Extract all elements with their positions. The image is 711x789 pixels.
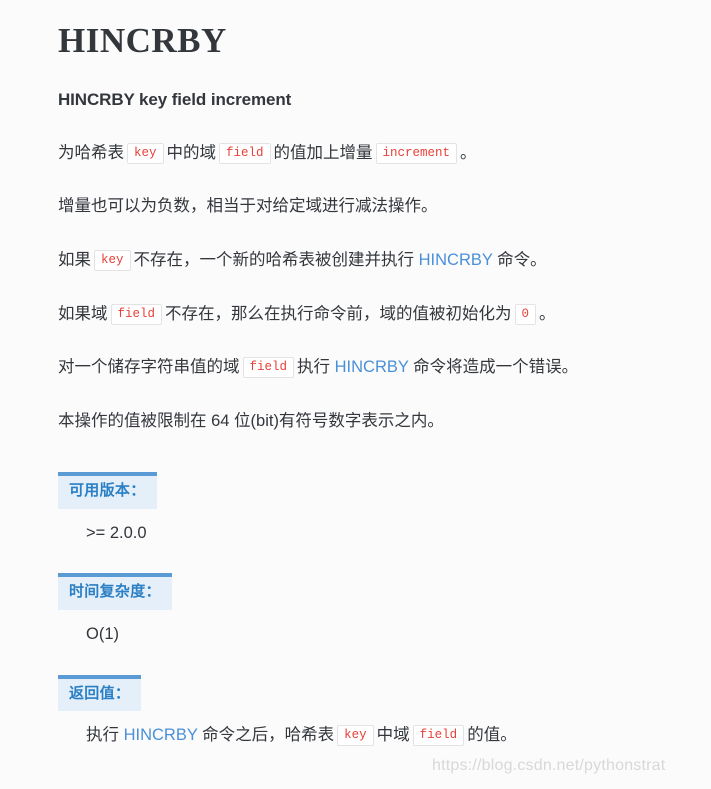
text-run: 执行: [86, 726, 124, 745]
section-return-value: 返回值： 执行 HINCRBY 命令之后，哈希表 key 中域 field 的值。: [58, 647, 681, 748]
text-run: 为哈希表: [58, 143, 124, 162]
text-run: 。: [460, 143, 477, 162]
text-run: 不存在，那么在执行命令前，域的值被初始化为: [165, 304, 512, 323]
inline-code-0: 0: [514, 303, 537, 325]
inline-code-field: field: [110, 303, 163, 325]
inline-code-field: field: [219, 142, 271, 164]
text-run: 中的域: [166, 143, 217, 162]
paragraph-p1: 为哈希表 key 中的域 field 的值加上增量 increment。: [58, 111, 681, 167]
section-body-available-version: >= 2.0.0: [58, 509, 681, 546]
paragraph-p6: 本操作的值被限制在 64 位(bit)有符号数字表示之内。: [58, 381, 681, 435]
page-title: HINCRBY: [58, 21, 227, 60]
paragraph-p3: 如果 key 不存在，一个新的哈希表被创建并执行 HINCRBY 命令。: [58, 220, 681, 274]
inline-code-key: key: [94, 249, 131, 271]
text-run: O(1): [86, 624, 119, 643]
inline-code-increment: increment: [375, 142, 458, 164]
text-run: 命令之后，哈希表: [197, 726, 335, 745]
inline-code-key: key: [127, 142, 164, 164]
source-watermark: https://blog.csdn.net/pythonstrat: [432, 757, 666, 774]
paragraph-p5: 对一个储存字符串值的域 field 执行 HINCRBY 命令将造成一个错误。: [58, 327, 681, 381]
text-run: 增量也可以为负数，相当于对给定域进行减法操作。: [58, 197, 438, 216]
section-body-time-complexity: O(1): [58, 610, 681, 647]
text-run: 本操作的值被限制在 64 位(bit)有符号数字表示之内。: [58, 411, 444, 430]
command-link-hincrby[interactable]: HINCRBY: [419, 251, 493, 269]
text-run: 的值加上增量: [273, 143, 373, 162]
text-run: 命令将造成一个错误。: [408, 358, 579, 377]
text-run: 如果域: [58, 304, 108, 323]
text-run: 不存在，一个新的哈希表被创建并执行: [133, 250, 419, 269]
text-run: 对一个储存字符串值的域: [58, 358, 240, 377]
paragraph-p4: 如果域 field 不存在，那么在执行命令前，域的值被初始化为 0。: [58, 274, 681, 328]
command-syntax-heading: HINCRBY key field increment: [58, 89, 292, 109]
section-time-complexity: 时间复杂度： O(1): [58, 545, 681, 646]
section-heading-return-value: 返回值：: [58, 674, 142, 712]
text-run: 中域: [376, 726, 410, 745]
text-run: 执行: [297, 358, 335, 377]
text-run: 命令。: [492, 250, 547, 269]
paragraph-list: 为哈希表 key 中的域 field 的值加上增量 increment。增量也可以为负数，…: [58, 111, 681, 434]
inline-code-field: field: [412, 725, 465, 747]
text-run: 。: [539, 304, 556, 323]
section-heading-available-version: 可用版本：: [58, 472, 157, 509]
text-run: 的值。: [467, 726, 517, 745]
inline-code-field: field: [242, 357, 295, 379]
section-heading-time-complexity: 时间复杂度：: [58, 573, 172, 610]
command-link-hincrby[interactable]: HINCRBY: [335, 358, 409, 376]
paragraph-p2: 增量也可以为负数，相当于对给定域进行减法操作。: [58, 166, 681, 220]
section-list: 可用版本： >= 2.0.0 时间复杂度： O(1) 返回值： 执行 HINCRBY 命令…: [58, 434, 681, 748]
section-available-version: 可用版本： >= 2.0.0: [58, 434, 681, 545]
text-run: >= 2.0.0: [86, 523, 147, 542]
text-run: 如果: [58, 250, 91, 269]
command-link-hincrby[interactable]: HINCRBY: [124, 726, 198, 744]
document-page: HINCRBY HINCRBY key field increment 为哈希表…: [0, 0, 711, 789]
section-body-return-value: 执行 HINCRBY 命令之后，哈希表 key 中域 field 的值。: [58, 711, 681, 748]
inline-code-key: key: [337, 725, 374, 747]
